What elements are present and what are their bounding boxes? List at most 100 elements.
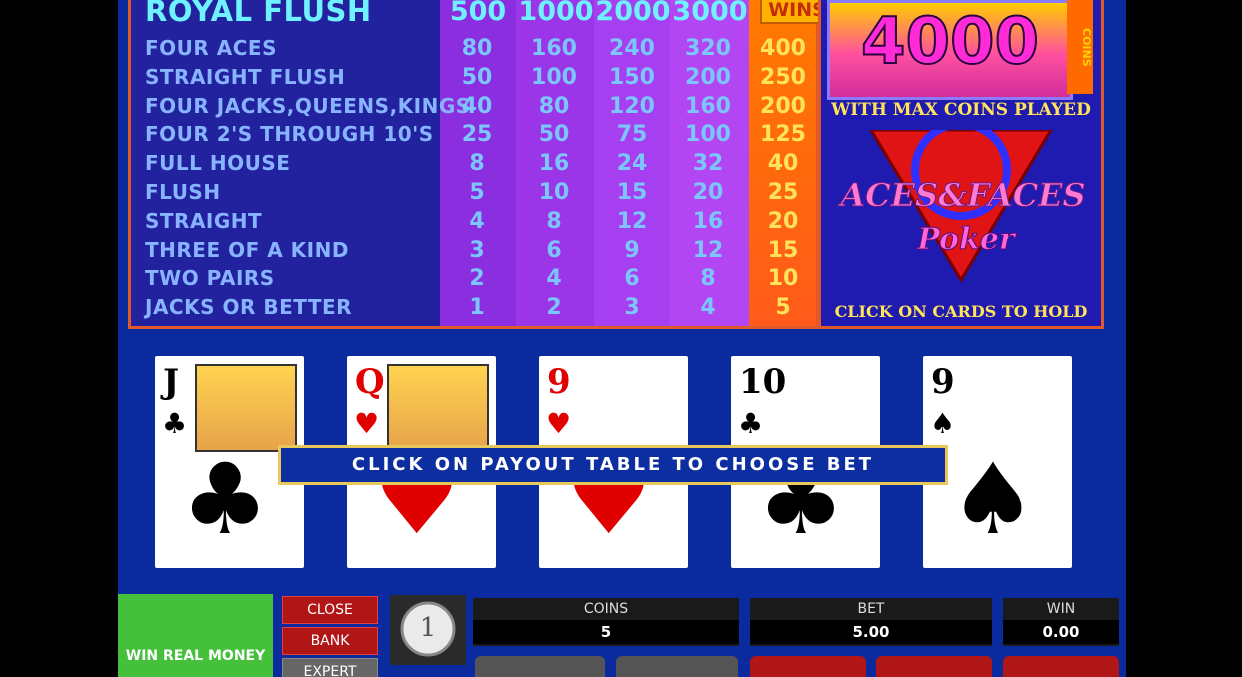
payout-cell[interactable]: 120 [595,94,669,119]
hand-name: JACKS OR BETTER [145,295,353,320]
hand-name: FOUR JACKS,QUEENS,KINGS [145,93,471,118]
win-real-money-button[interactable]: WIN REAL MONEY [118,594,273,677]
hand-name: TWO PAIRS [145,266,275,291]
payout-cell[interactable]: 320 [671,36,745,61]
payout-cell[interactable]: 3 [440,238,514,263]
hand-name: FOUR ACES [145,36,277,60]
expert-button[interactable]: EXPERT [282,658,378,677]
bottom-button-2[interactable] [616,656,738,677]
win-cell: 40 [767,151,799,177]
payout-cell[interactable]: 75 [595,122,669,147]
payout-cell[interactable]: 25 [440,122,514,147]
payout-cell[interactable]: 240 [595,36,669,61]
card-3-rank: 9 [547,362,571,402]
payout-cell[interactable]: 16 [671,209,745,234]
hand-name: THREE OF A KIND [145,237,349,262]
coins-value: 5 [473,620,739,644]
win-display: WIN 0.00 [1003,598,1119,646]
coin-value-chip[interactable]: 1 [390,595,466,665]
payout-cell[interactable]: 6 [595,266,669,291]
payout-cell[interactable]: 2 [517,295,591,320]
payout-cell[interactable]: 12 [671,238,745,263]
payout-cell[interactable]: 150 [595,65,669,90]
payout-cell[interactable]: 9 [595,238,669,263]
bottom-button-4[interactable] [876,656,992,677]
payout-cell[interactable]: 15 [595,180,669,205]
hold-hint: CLICK ON CARDS TO HOLD [834,302,1088,321]
payout-cell[interactable]: 100 [671,122,745,147]
payout-cell[interactable]: 8 [517,209,591,234]
bank-button[interactable]: BANK [282,627,378,655]
jackpot-coins-label: COINS [1067,0,1093,94]
win-cell: 25 [767,180,799,205]
hand-name: FULL HOUSE [145,151,291,176]
hand-name: FLUSH [145,180,221,204]
payout-cell[interactable]: 8 [671,266,745,291]
win-cell: 5 [775,295,791,321]
card-2-small-suit-icon: ♥ [354,407,380,440]
payout-cell[interactable]: 24 [595,151,669,176]
payout-cell[interactable]: 5 [440,180,514,205]
coin-header-3: 2000 [595,0,671,27]
bet-label: BET [857,601,885,617]
win-cell: 20 [767,208,799,234]
win-cell: 400 [760,36,806,61]
bottom-button-3[interactable] [750,656,866,677]
payout-cell[interactable]: 4 [517,266,591,291]
bottom-button-1[interactable] [475,656,605,677]
payout-cell[interactable]: 2 [440,266,514,291]
card-2-rank: Q [355,362,385,402]
payout-cell[interactable]: 1 [440,295,514,320]
logo-title: ACES&FACES [840,176,1086,215]
card-3-small-suit-icon: ♥ [546,407,572,440]
card-5-suit-icon: ♠ [949,443,1037,557]
coins-label: COINS [583,601,629,617]
game-area: 500 1000 2000 3000 WINS ROYAL FLUSH FOUR … [118,0,1126,677]
payout-cell[interactable]: 4 [671,295,745,320]
coins-display: COINS 5 [473,598,739,646]
payout-cell[interactable]: 50 [440,65,514,90]
payout-table[interactable]: 500 1000 2000 3000 WINS ROYAL FLUSH FOUR … [128,0,834,329]
bet-instruction-banner: CLICK ON PAYOUT TABLE TO CHOOSE BET [278,445,948,485]
payout-cell[interactable]: 200 [671,65,745,90]
hand-name: STRAIGHT [145,208,263,233]
payout-cell[interactable]: 80 [517,94,591,119]
jackpot-panel: 4000 COINS WITH MAX COINS PLAYED ACES&FA… [818,0,1104,329]
win-value: 0.00 [1003,620,1119,644]
bet-value: 5.00 [750,620,992,644]
payout-cell[interactable]: 80 [440,36,514,61]
card-4-rank: 10 [739,362,787,402]
payout-cell[interactable]: 32 [671,151,745,176]
game-logo: ACES&FACES Poker [831,120,1091,290]
payout-cell[interactable]: 4 [440,209,514,234]
bet-display: BET 5.00 [750,598,992,646]
jackpot-amount: 4000 [860,4,1040,80]
payout-cell[interactable]: 10 [517,180,591,205]
jack-face-icon [195,364,297,452]
payout-cell[interactable]: 40 [440,94,514,119]
payout-cell[interactable]: 160 [671,94,745,119]
payout-cell[interactable]: 50 [517,122,591,147]
queen-face-icon [387,364,489,452]
coin-header-4: 3000 [672,0,748,27]
payout-cell[interactable]: 16 [517,151,591,176]
payout-cell[interactable]: 6 [517,238,591,263]
payout-cell[interactable]: 12 [595,209,669,234]
jackpot-display: 4000 [827,0,1073,100]
payout-cell[interactable]: 3 [595,295,669,320]
payout-cell[interactable]: 20 [671,180,745,205]
payout-cell[interactable]: 100 [517,65,591,90]
card-5-small-suit-icon: ♠ [930,407,956,440]
card-1-suit-icon: ♣ [181,443,269,557]
card-5-rank: 9 [931,362,955,402]
close-button[interactable]: CLOSE [282,596,378,624]
win-cell: 200 [760,93,806,119]
bottom-button-5[interactable] [1003,656,1119,677]
payout-cell[interactable]: 160 [517,36,591,61]
hand-name: FOUR 2'S THROUGH 10'S [145,122,434,147]
card-1-small-suit-icon: ♣ [162,407,188,440]
win-cell: 10 [767,266,799,292]
coin-header-1: 500 [449,0,507,27]
coin-header-2: 1000 [518,0,594,27]
payout-cell[interactable]: 8 [440,151,514,176]
